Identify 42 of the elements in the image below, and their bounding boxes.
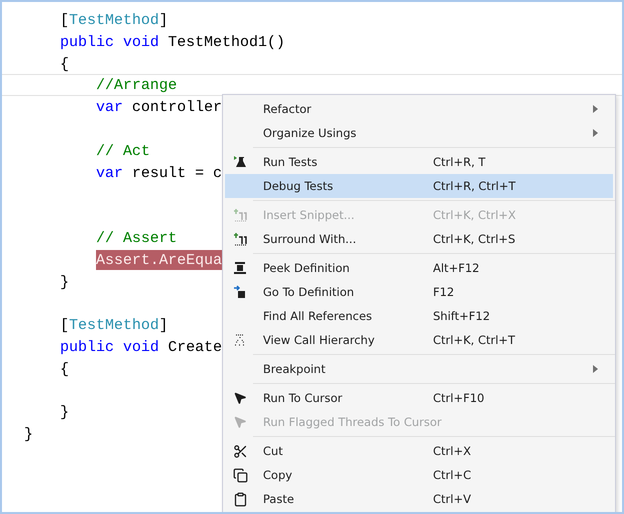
code-line: } [24, 425, 34, 444]
hierarchy-icon [233, 333, 247, 347]
code-line: } [60, 403, 70, 422]
code-line: [TestMethod] [60, 316, 168, 335]
go-to-definition-icon [233, 285, 247, 299]
peek-definition-icon [233, 261, 247, 275]
menu-item[interactable]: Refactor [225, 97, 613, 121]
cursor-icon [233, 391, 247, 405]
code-line: } [60, 272, 70, 292]
surround-icon [233, 232, 247, 246]
menu-item[interactable]: Breakpoint [225, 357, 613, 381]
code-line: public void TestMethod1() [60, 32, 286, 52]
code-line: public void Create [60, 338, 222, 357]
paste-icon [232, 492, 248, 506]
flask-icon [233, 155, 247, 169]
copy-icon [232, 468, 248, 482]
code-line: // Assert [96, 228, 178, 248]
code-line: { [60, 54, 70, 74]
menu-item[interactable]: Cut Ctrl+X [225, 439, 613, 463]
snippet-icon [233, 208, 247, 222]
code-line: //Arrange [96, 76, 178, 96]
menu-item[interactable]: Go To Definition F12 [225, 280, 613, 304]
code-line: { [60, 360, 70, 379]
menu-item[interactable]: Find All References Shift+F12 [225, 304, 613, 328]
menu-item[interactable]: Organize Usings [225, 121, 613, 145]
code-line: var result = c [96, 164, 222, 182]
menu-item[interactable]: Run Tests Ctrl+R, T [225, 150, 613, 174]
submenu-arrow-icon [593, 129, 598, 137]
menu-item[interactable]: Surround With... Ctrl+K, Ctrl+S [225, 227, 613, 251]
menu-item[interactable]: View Call Hierarchy Ctrl+K, Ctrl+T [225, 328, 613, 352]
code-line: [TestMethod] [60, 11, 168, 30]
cut-icon [232, 444, 248, 458]
submenu-arrow-icon [593, 365, 598, 373]
menu-item[interactable]: Peek Definition Alt+F12 [225, 256, 613, 280]
cursor-icon [233, 415, 247, 429]
submenu-arrow-icon [593, 105, 598, 113]
menu-item[interactable]: Debug Tests Ctrl+R, Ctrl+T [225, 174, 613, 198]
menu-item[interactable]: Copy Ctrl+C [225, 463, 613, 487]
code-line: var controller [96, 98, 222, 117]
code-line: // Act [96, 142, 150, 161]
menu-item[interactable]: Run To Cursor Ctrl+F10 [225, 386, 613, 410]
menu-item[interactable]: Paste Ctrl+V [225, 487, 613, 511]
